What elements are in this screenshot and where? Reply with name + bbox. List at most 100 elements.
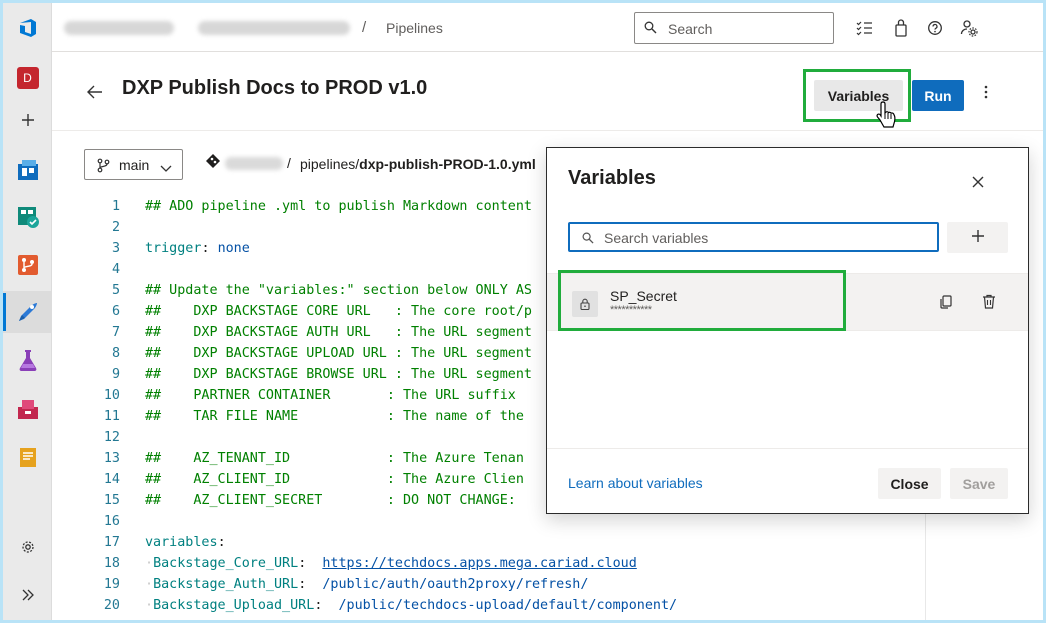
code-line: 20 ·Backstage_Upload_URL: /public/techdoc… [52,595,925,616]
repo-name-redacted[interactable] [225,157,283,170]
line-content: variables: [145,535,226,550]
line-number: 3 [111,241,120,256]
save-button[interactable]: Save [950,468,1008,499]
repos-icon[interactable] [3,244,52,286]
comment-text: ## Update the "variables:" section below… [145,283,532,298]
line-number: 12 [103,430,120,445]
chevron-down-icon [160,160,172,178]
top-search-input[interactable]: Search [634,12,834,44]
line-content: ## DXP BACKSTAGE CORE URL : The core roo… [145,301,532,322]
expand-chevron-icon[interactable] [3,574,52,616]
search-icon [644,21,657,39]
shopping-bag-icon[interactable] [892,19,910,37]
file-name: dxp-publish-PROD-1.0.yml [359,156,536,172]
line-number: 6 [111,304,120,319]
comment-text: ## TAR FILE NAME : The name of the [145,409,524,424]
close-icon[interactable] [972,175,984,193]
breadcrumb-project-redacted[interactable] [198,21,350,35]
yaml-key: Backstage_Upload_URL [153,598,315,613]
task-list-icon[interactable] [855,19,873,37]
dialog-title: Variables [568,167,656,189]
comment-text: ## ADO pipeline .yml to publish Markdown… [145,199,532,214]
add-icon[interactable] [3,99,52,141]
add-icon [971,230,984,242]
search-variables-field[interactable] [604,228,924,247]
close-button[interactable]: Close [878,468,941,499]
yaml-key: Backstage_Core_URL [153,556,299,571]
line-content: ·Backstage_Core_URL: https://techdocs.ap… [145,556,637,571]
line-number: 11 [103,409,120,424]
top-bar: / Pipelines Search [52,3,1043,52]
run-button[interactable]: Run [912,80,964,111]
code-line: 19 ·Backstage_Auth_URL: /public/auth/oaut… [52,574,925,595]
test-plans-icon[interactable] [3,196,52,238]
comment-text: ## DXP BACKSTAGE BROWSE URL : The URL se… [145,367,532,382]
add-variable-button[interactable] [947,222,1008,253]
page-title: DXP Publish Docs to PROD v1.0 [122,77,428,99]
search-variables-input[interactable] [568,222,939,252]
delete-icon[interactable] [982,294,996,314]
search-icon [582,231,594,249]
line-number: 9 [111,367,120,382]
breadcrumb-pipelines[interactable]: Pipelines [386,20,443,36]
boards-icon[interactable] [3,149,52,191]
wiki-icon[interactable] [3,436,52,478]
path-separator: / [287,155,291,171]
repo-icon [206,154,220,173]
dialog-footer-divider [547,448,1028,449]
line-content: ## Update the "variables:" section below… [145,280,532,301]
line-number: 14 [103,472,120,487]
url-link[interactable]: https://techdocs.apps.mega.cariad.cloud [322,556,636,571]
avatar-letter: D [16,67,39,89]
line-number: 13 [103,451,120,466]
line-content: ## DXP BACKSTAGE AUTH URL : The URL segm… [145,322,532,343]
breadcrumb-separator: / [362,19,367,36]
file-path[interactable]: pipelines/dxp-publish-PROD-1.0.yml [300,156,536,172]
line-content: ·Backstage_Auth_URL: /public/auth/oauth2… [145,577,589,592]
line-number: 10 [103,388,120,403]
learn-about-variables-link[interactable]: Learn about variables [568,475,703,491]
copy-icon[interactable] [940,295,952,314]
line-content: ## DXP BACKSTAGE BROWSE URL : The URL se… [145,364,532,385]
line-number: 5 [111,283,120,298]
breadcrumb-org-redacted[interactable] [64,21,174,35]
line-number: 18 [103,556,120,571]
comment-text: ## AZ_CLIENT_ID : The Azure Clien [145,472,524,487]
left-nav-rail: D [3,3,52,620]
line-content: ## AZ_CLIENT_SECRET : DO NOT CHANGE: [145,490,516,511]
test-icon[interactable] [3,339,52,381]
yaml-key: Backstage_Auth_URL [153,577,299,592]
line-content: trigger: none [145,241,250,256]
branch-name: main [119,157,150,173]
variable-row-highlight [558,270,846,331]
artifacts-icon[interactable] [3,388,52,430]
avatar[interactable]: D [3,57,52,99]
yaml-value: none [217,241,250,256]
line-content: ·Backstage_Upload_URL: /public/techdocs-… [145,598,678,613]
line-number: 8 [111,346,120,361]
code-line: 18 ·Backstage_Core_URL: https://techdocs.… [52,553,925,574]
search-placeholder: Search [668,21,713,37]
azure-devops-logo-icon[interactable] [3,7,52,49]
branch-icon [97,158,110,178]
code-line: 16 [52,511,925,532]
settings-gear-icon[interactable] [3,526,52,568]
yaml-value: /public/auth/oauth2proxy/refresh/ [322,577,589,592]
comment-text: ## DXP BACKSTAGE CORE URL : The core roo… [145,304,532,319]
back-arrow-icon[interactable] [87,85,103,104]
comment-text: ## AZ_CLIENT_SECRET : DO NOT CHANGE: [145,493,516,508]
help-icon[interactable] [926,19,944,37]
user-settings-icon[interactable] [960,19,978,37]
branch-selector[interactable]: main [84,149,183,180]
line-number: 15 [103,493,120,508]
line-number: 19 [103,577,120,592]
line-number: 16 [103,514,120,529]
comment-text: ## AZ_TENANT_ID : The Azure Tenan [145,451,524,466]
pipelines-icon[interactable] [3,291,52,333]
line-content: ## AZ_CLIENT_ID : The Azure Clien [145,469,524,490]
more-actions-icon[interactable] [984,85,988,104]
line-number: 2 [111,220,120,235]
yaml-key: trigger [145,241,202,256]
yaml-key: variables [145,535,218,550]
comment-text: ## DXP BACKSTAGE UPLOAD URL : The URL se… [145,346,532,361]
